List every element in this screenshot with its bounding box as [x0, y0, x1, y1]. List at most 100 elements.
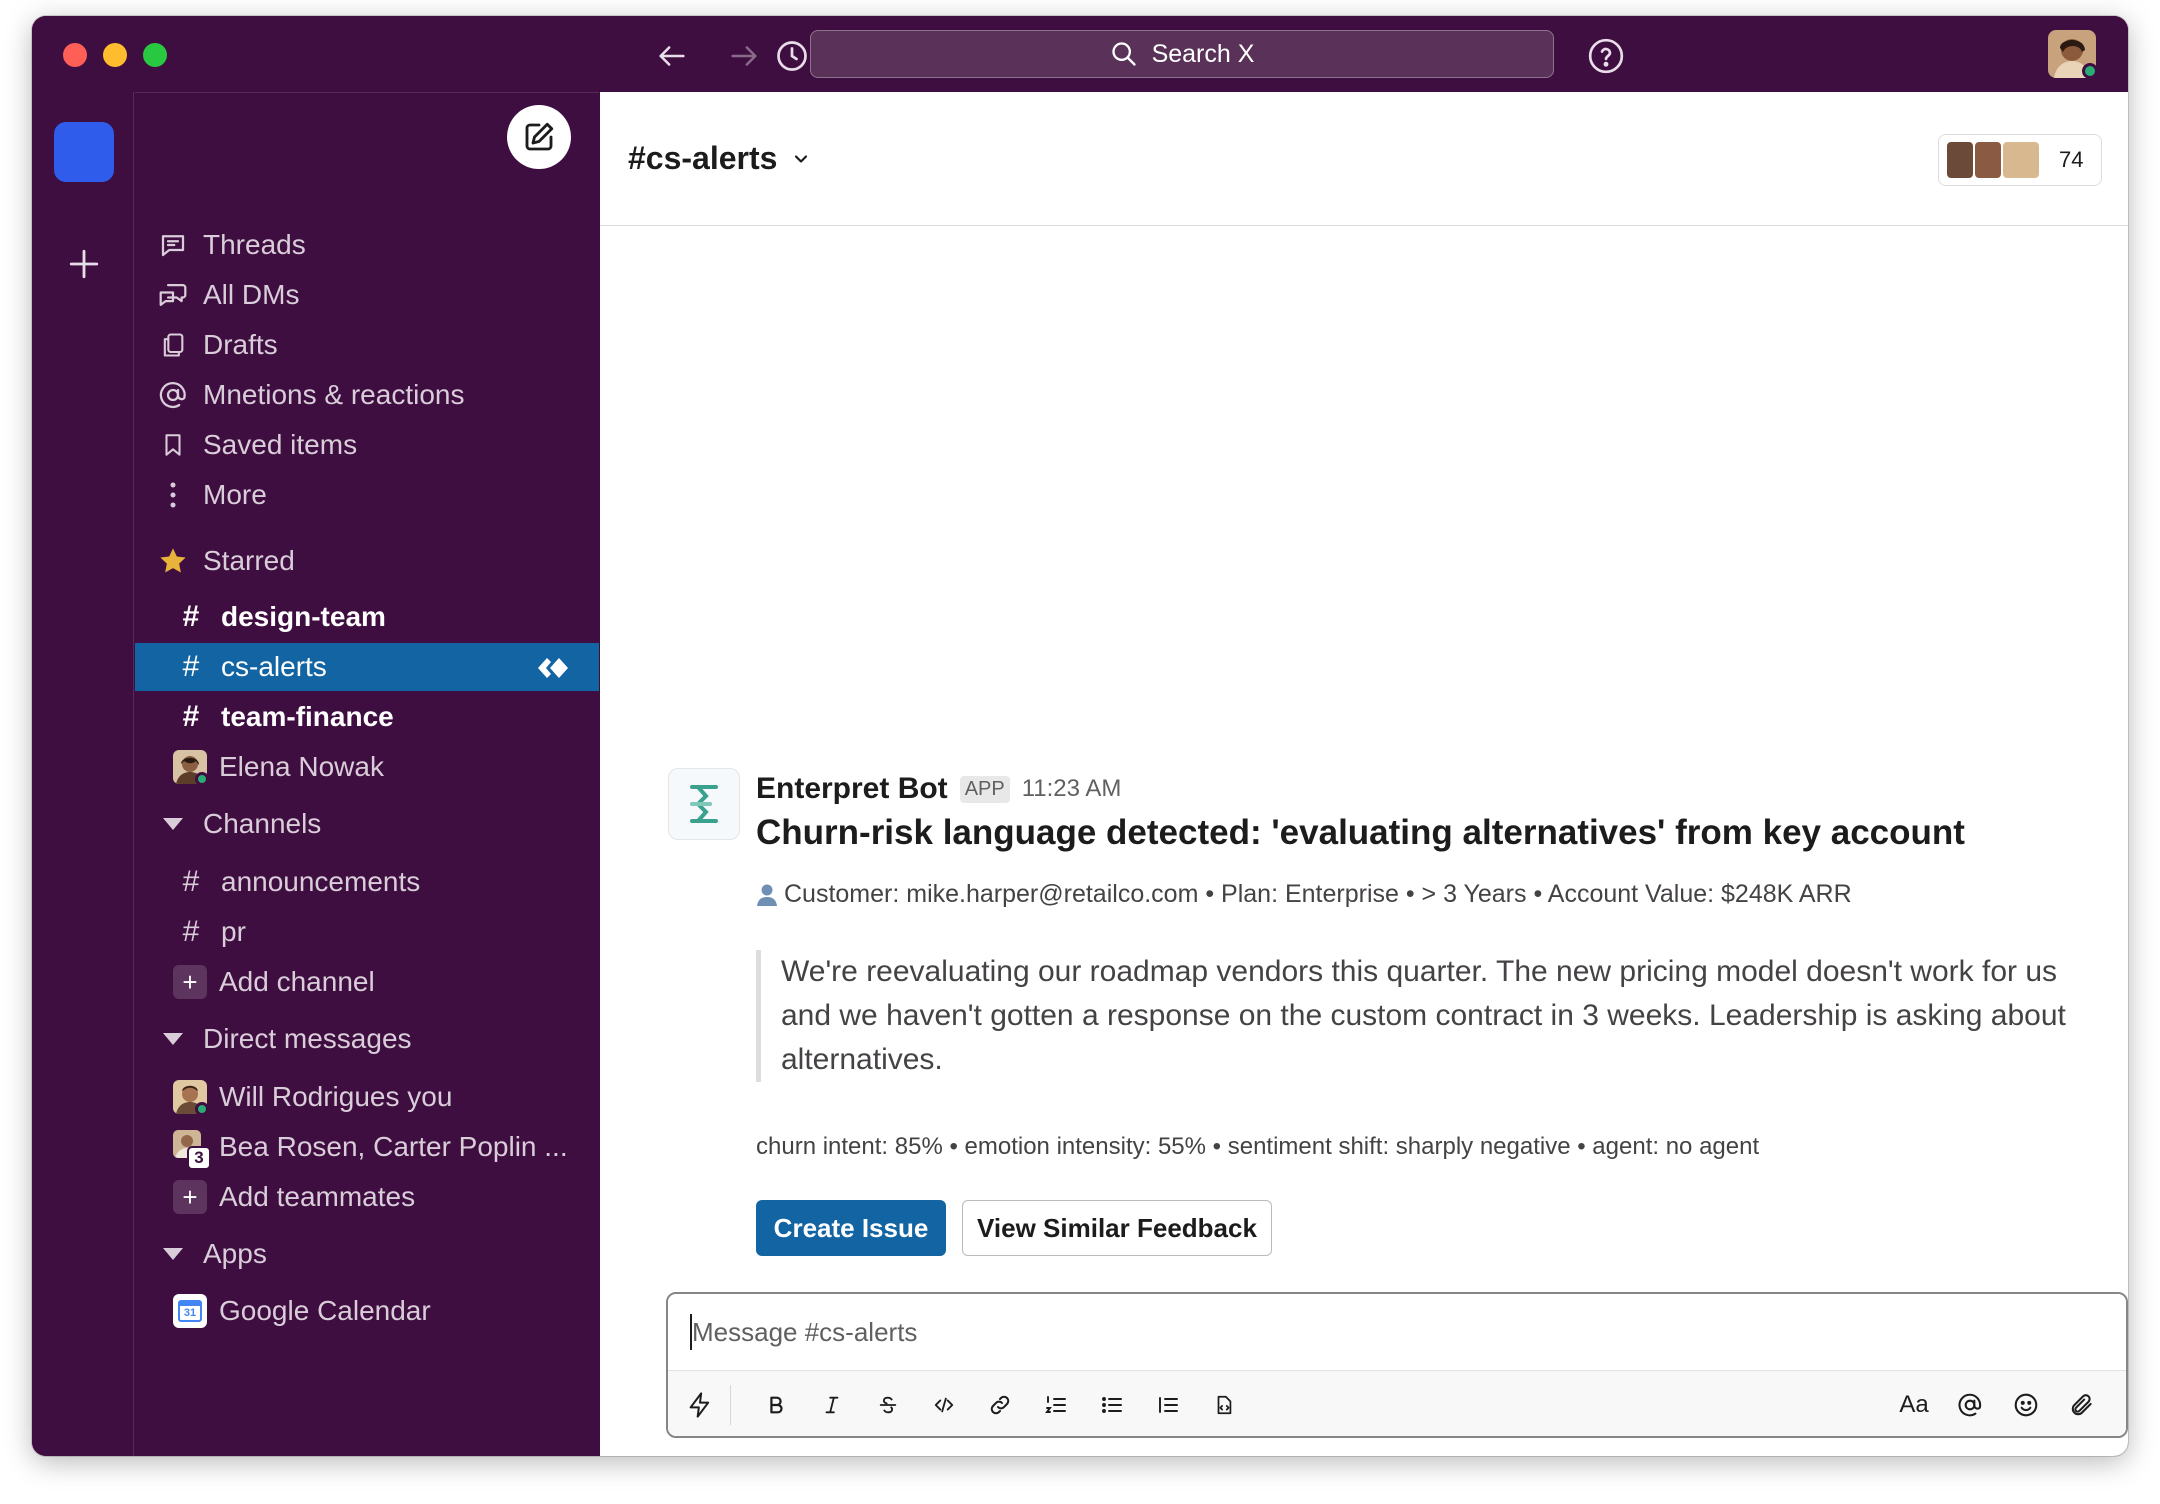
avatar: [1973, 140, 2003, 180]
channel-cs-alerts[interactable]: # cs-alerts: [135, 643, 599, 691]
enterpret-logo-icon: [690, 785, 718, 823]
compose-icon: [525, 122, 554, 151]
bot-avatar[interactable]: [668, 768, 740, 840]
sidebar-item-all-dms[interactable]: All DMs: [135, 271, 599, 319]
channel-pr[interactable]: # pr: [135, 908, 599, 956]
emoji-icon[interactable]: [2006, 1385, 2046, 1425]
dm-elena-nowak[interactable]: Elena Nowak: [135, 743, 599, 791]
app-google-calendar[interactable]: 31 Google Calendar: [135, 1287, 599, 1335]
avatar: [173, 750, 209, 786]
message-input[interactable]: [668, 1294, 2126, 1370]
mention-at-icon[interactable]: [1950, 1385, 1990, 1425]
dm-group-bea-rosen[interactable]: 3 Bea Rosen, Carter Poplin ...: [135, 1123, 599, 1171]
link-icon[interactable]: [980, 1385, 1020, 1425]
search-bar[interactable]: Search X: [810, 30, 1554, 78]
bulleted-list-icon[interactable]: [1092, 1385, 1132, 1425]
huddle-diamond-icon: [537, 655, 571, 687]
star-icon: [155, 545, 191, 577]
sidebar-item-label: Drafts: [203, 329, 278, 360]
sidebar-item-threads[interactable]: Threads: [135, 221, 599, 269]
bot-name[interactable]: Enterpret Bot: [756, 772, 948, 806]
channel-members-button[interactable]: 74: [1938, 134, 2102, 186]
compose-button[interactable]: [507, 105, 571, 169]
italic-icon[interactable]: [812, 1385, 852, 1425]
channel-label: design-team: [221, 601, 386, 632]
workspace-tile[interactable]: [54, 122, 114, 182]
avatar: 3: [173, 1130, 211, 1170]
sidebar-item-label: Saved items: [203, 429, 358, 460]
caret-down-icon: [155, 818, 191, 830]
toolbar-divider: [730, 1385, 731, 1425]
chevron-down-icon: [795, 154, 808, 163]
add-channel-button[interactable]: + Add channel: [135, 958, 599, 1006]
section-starred[interactable]: Starred: [135, 537, 599, 585]
drafts-icon: [155, 330, 191, 360]
sidebar-item-more[interactable]: More: [135, 471, 599, 519]
app-label: Google Calendar: [219, 1295, 431, 1326]
text-caret: [690, 1314, 692, 1350]
sidebar-item-saved-items[interactable]: Saved items: [135, 421, 599, 469]
channel-design-team[interactable]: # design-team: [135, 593, 599, 641]
caret-down-icon: [155, 1033, 191, 1045]
title-bar: Search X: [32, 16, 2128, 92]
sidebar-item-mentions[interactable]: Mnetions & reactions: [135, 371, 599, 419]
message-timestamp[interactable]: 11:23 AM: [1022, 775, 1122, 803]
section-apps[interactable]: Apps: [135, 1230, 599, 1278]
main-panel: #cs-alerts 74 Enterpret Bot APP 11:23 AM…: [600, 92, 2128, 1456]
create-issue-button[interactable]: Create Issue: [756, 1200, 946, 1256]
code-block-icon[interactable]: [1204, 1385, 1244, 1425]
add-channel-label: Add channel: [219, 966, 375, 997]
search-icon: [1111, 42, 1136, 66]
help-icon[interactable]: [1586, 36, 1626, 76]
add-workspace-plus-icon[interactable]: [62, 242, 106, 286]
section-label: Channels: [203, 808, 322, 839]
presence-indicator: [2082, 63, 2098, 79]
blockquote-icon[interactable]: [1148, 1385, 1188, 1425]
section-direct-messages[interactable]: Direct messages: [135, 1015, 599, 1063]
google-calendar-icon: 31: [173, 1294, 207, 1328]
customer-meta: Customer: mike.harper@retailco.com • Pla…: [756, 880, 1852, 909]
formatting-toggle-button[interactable]: Aa: [1894, 1385, 1934, 1425]
code-icon[interactable]: [924, 1385, 964, 1425]
hash-icon: #: [182, 600, 200, 633]
add-teammates-label: Add teammates: [219, 1181, 416, 1212]
channel-announcements[interactable]: # announcements: [135, 858, 599, 906]
add-teammates-button[interactable]: + Add teammates: [135, 1173, 599, 1221]
composer-toolbar: Aa: [668, 1370, 2126, 1436]
bookmark-icon: [155, 430, 191, 460]
hash-icon: #: [182, 650, 200, 683]
dm-label: Will Rodrigues you: [219, 1081, 453, 1112]
ordered-list-icon[interactable]: [1036, 1385, 1076, 1425]
caret-down-icon: [155, 1248, 191, 1260]
customer-meta-text: Customer: mike.harper@retailco.com • Pla…: [784, 880, 1852, 908]
section-label: Apps: [203, 1238, 267, 1269]
channel-label: cs-alerts: [221, 651, 327, 682]
hash-icon: #: [182, 865, 200, 898]
channel-title-button[interactable]: #cs-alerts: [628, 140, 811, 177]
app-badge: APP: [959, 775, 1010, 803]
zoom-window-button[interactable]: [143, 43, 167, 67]
view-similar-feedback-button[interactable]: View Similar Feedback: [962, 1200, 1272, 1256]
channel-label: pr: [221, 916, 246, 947]
avatar: [173, 1080, 209, 1116]
strikethrough-icon[interactable]: [868, 1385, 908, 1425]
attachment-paperclip-icon[interactable]: [2062, 1385, 2102, 1425]
minimize-window-button[interactable]: [103, 43, 127, 67]
hash-icon: #: [182, 700, 200, 733]
member-count: 74: [2059, 147, 2084, 172]
history-clock-icon[interactable]: [772, 36, 812, 76]
channel-team-finance[interactable]: # team-finance: [135, 693, 599, 741]
sidebar-item-label: More: [203, 479, 267, 510]
sidebar-item-drafts[interactable]: Drafts: [135, 321, 599, 369]
section-channels[interactable]: Channels: [135, 800, 599, 848]
message-header: Enterpret Bot APP 11:23 AM: [756, 772, 1121, 806]
dm-will-rodrigues[interactable]: Will Rodrigues you: [135, 1073, 599, 1121]
close-window-button[interactable]: [63, 43, 87, 67]
shortcuts-lightning-icon[interactable]: [680, 1385, 720, 1425]
calendar-date-text: 31: [178, 1300, 202, 1322]
sidebar-item-label: Mnetions & reactions: [203, 379, 465, 410]
forward-arrow-icon[interactable]: [724, 36, 764, 76]
channel-header: #cs-alerts 74: [600, 92, 2128, 226]
bold-icon[interactable]: [756, 1385, 796, 1425]
back-arrow-icon[interactable]: [652, 36, 692, 76]
